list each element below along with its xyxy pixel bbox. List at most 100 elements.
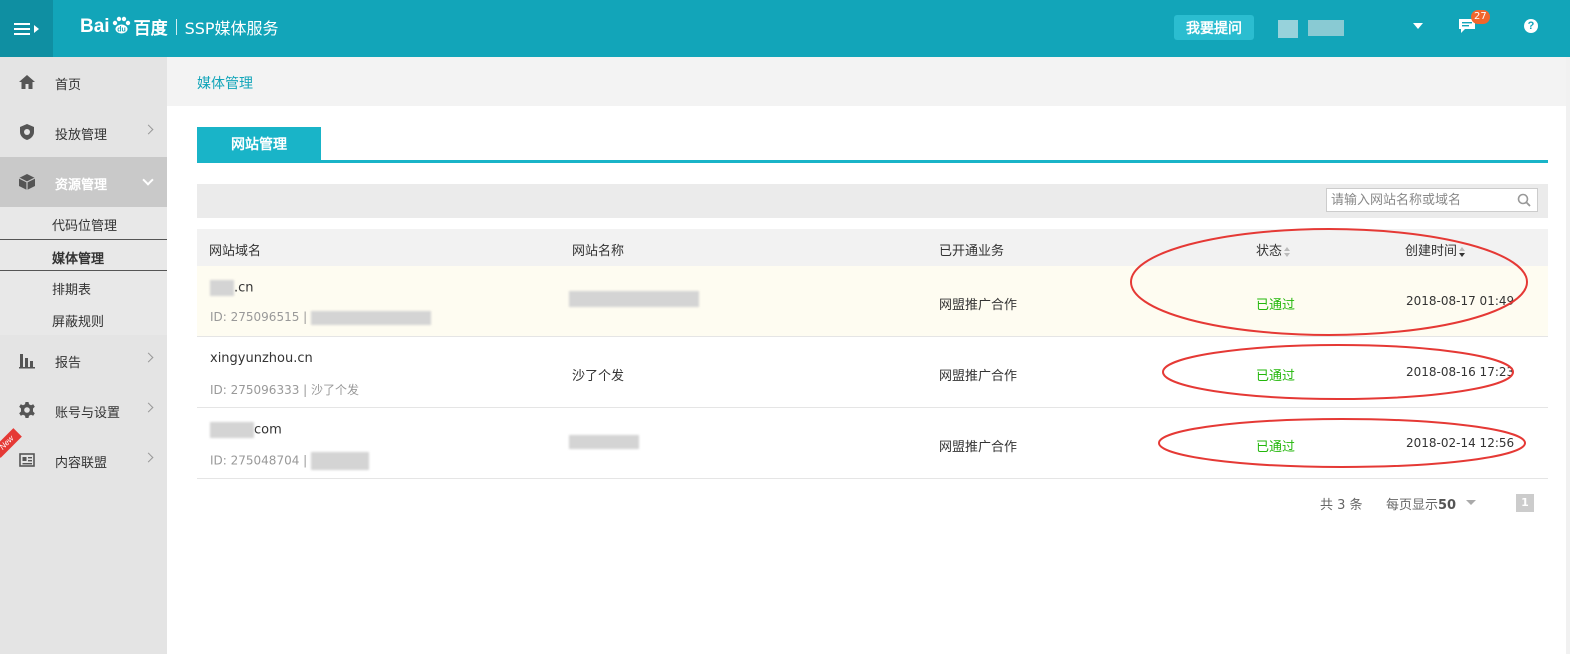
username-blur — [1308, 20, 1344, 36]
search-icon[interactable] — [1517, 193, 1531, 207]
table-row[interactable]: xingyunzhou.cn ID: 275096333 | 沙了个发 沙了个发… — [197, 337, 1548, 408]
submenu-item-label: 媒体管理 — [52, 252, 105, 267]
search-box[interactable] — [1326, 188, 1538, 212]
total-count: 共 3 条 — [1320, 498, 1363, 513]
service-name: SSP媒体服务 — [184, 18, 279, 38]
paw-icon: du — [112, 16, 130, 33]
chevron-down-icon[interactable] — [1466, 500, 1476, 505]
submenu-item-block-rules[interactable]: 屏蔽规则 — [0, 303, 167, 335]
sidebar-item-label: 账号与设置 — [55, 406, 121, 421]
menu-toggle-button[interactable] — [0, 0, 53, 57]
submenu-item-label: 排期表 — [52, 283, 92, 298]
business-cell: 网盟推广合作 — [939, 440, 1018, 455]
brand-logo[interactable]: Bai du 百度 SSP媒体服务 — [80, 14, 279, 40]
site-name-cell: 沙了个发 — [572, 369, 625, 384]
per-page-selector[interactable]: 每页显示50 — [1386, 494, 1456, 513]
column-header-business: 已开通业务 — [939, 244, 1005, 259]
sidebar-item-label: 首页 — [55, 78, 82, 93]
sidebar-item-report[interactable]: 报告 — [0, 335, 167, 385]
sidebar-item-ad-management[interactable]: 投放管理 — [0, 107, 167, 157]
domain-cell[interactable]: .cn — [210, 280, 254, 296]
site-id-text: ID: 275048704 | — [210, 453, 308, 468]
domain-cell[interactable]: xingyunzhou.cn — [210, 351, 313, 366]
chevron-right-icon — [143, 452, 154, 463]
sidebar-item-label: 报告 — [55, 356, 82, 371]
redacted-blur — [569, 291, 699, 307]
redacted-blur — [569, 434, 639, 449]
sidebar-item-label: 内容联盟 — [55, 456, 108, 471]
redacted-blur — [311, 452, 370, 470]
chevron-down-icon — [142, 174, 154, 186]
box-icon — [18, 174, 36, 190]
sort-desc-icon[interactable] — [1459, 246, 1466, 257]
avatar — [1278, 20, 1298, 38]
shield-icon — [20, 124, 34, 140]
per-page-label: 每页显示 — [1386, 498, 1439, 513]
top-bar: Bai du 百度 SSP媒体服务 我要提问 27 ? — [0, 0, 1570, 57]
redacted-blur — [210, 422, 254, 438]
caret-right-icon — [34, 24, 39, 33]
sidebar-item-label: 资源管理 — [55, 178, 108, 193]
news-icon — [19, 453, 35, 467]
chevron-right-icon — [143, 352, 154, 363]
column-header-label: 状态 — [1256, 244, 1283, 259]
sort-icon[interactable] — [1284, 246, 1291, 257]
chevron-right-icon — [143, 124, 154, 135]
submenu-item-label: 代码位管理 — [52, 219, 118, 234]
column-header-status[interactable]: 状态 — [1256, 240, 1291, 259]
page-button-current[interactable]: 1 — [1516, 494, 1534, 512]
per-page-value[interactable]: 50 — [1438, 498, 1456, 513]
home-icon — [19, 75, 35, 89]
status-badge: 已通过 — [1256, 440, 1296, 455]
site-name-cell — [569, 291, 699, 307]
table-header: 网站域名 网站名称 已开通业务 状态 创建时间 — [197, 229, 1548, 266]
sidebar-item-home[interactable]: 首页 — [0, 57, 167, 107]
chevron-right-icon — [143, 402, 154, 413]
ask-question-button[interactable]: 我要提问 — [1174, 15, 1254, 40]
user-name-blurred[interactable] — [1278, 18, 1348, 38]
gear-icon — [19, 402, 35, 418]
resource-submenu: 代码位管理 媒体管理 排期表 屏蔽规则 — [0, 207, 167, 335]
sidebar: 首页 投放管理 资源管理 代码位管理 媒体管理 排期表 屏蔽规则 报告 账号与设… — [0, 57, 167, 654]
tab-website-management[interactable]: 网站管理 — [197, 127, 321, 161]
table-row[interactable]: com ID: 275048704 | 网盟推广合作 已通过 2018-02-1… — [197, 408, 1548, 479]
created-time-cell: 2018-02-14 12:56 — [1406, 436, 1515, 450]
search-input[interactable] — [1331, 191, 1511, 209]
redacted-blur — [311, 310, 432, 325]
created-time-cell: 2018-08-16 17:23 — [1406, 365, 1515, 379]
message-count-badge: 27 — [1471, 10, 1490, 24]
status-badge: 已通过 — [1256, 369, 1296, 384]
created-time-cell: 2018-08-17 01:49 — [1406, 294, 1515, 308]
site-name-cell — [569, 434, 639, 449]
column-header-label: 创建时间 — [1405, 244, 1458, 259]
logo-chinese: 百度 — [133, 19, 168, 39]
sidebar-item-account-settings[interactable]: 账号与设置 — [0, 385, 167, 435]
help-icon[interactable]: ? — [1524, 19, 1538, 33]
logo-text: Bai — [80, 15, 110, 37]
svg-text:du: du — [117, 26, 126, 33]
sidebar-item-label: 投放管理 — [55, 128, 108, 143]
site-id-text: ID: 275096515 | — [210, 310, 308, 324]
domain-cell[interactable]: com — [210, 422, 282, 438]
submenu-item-schedule[interactable]: 排期表 — [0, 271, 167, 303]
domain-text: .cn — [234, 280, 254, 296]
chevron-down-icon[interactable] — [1413, 23, 1423, 29]
domain-text: com — [254, 422, 282, 438]
submenu-item-label: 屏蔽规则 — [52, 315, 105, 330]
business-cell: 网盟推广合作 — [939, 369, 1018, 384]
submenu-item-ad-slot[interactable]: 代码位管理 — [0, 207, 167, 239]
site-id: ID: 275096515 | — [210, 310, 432, 325]
business-cell: 网盟推广合作 — [939, 298, 1018, 313]
column-header-site-name: 网站名称 — [572, 244, 625, 259]
column-header-created-time[interactable]: 创建时间 — [1405, 240, 1466, 259]
breadcrumb-current[interactable]: 媒体管理 — [197, 73, 253, 93]
column-header-domain: 网站域名 — [209, 244, 262, 259]
submenu-item-media[interactable]: 媒体管理 — [0, 239, 167, 271]
scrollbar[interactable] — [1566, 57, 1570, 654]
table-row[interactable]: .cn ID: 275096515 | 网盟推广合作 已通过 2018-08-1… — [197, 266, 1548, 337]
sidebar-item-resource-management[interactable]: 资源管理 — [0, 157, 167, 207]
breadcrumb: 媒体管理 — [167, 57, 1570, 106]
divider — [175, 18, 177, 35]
sidebar-item-content-union[interactable]: 内容联盟 — [0, 435, 167, 485]
bar-chart-icon — [19, 354, 35, 369]
